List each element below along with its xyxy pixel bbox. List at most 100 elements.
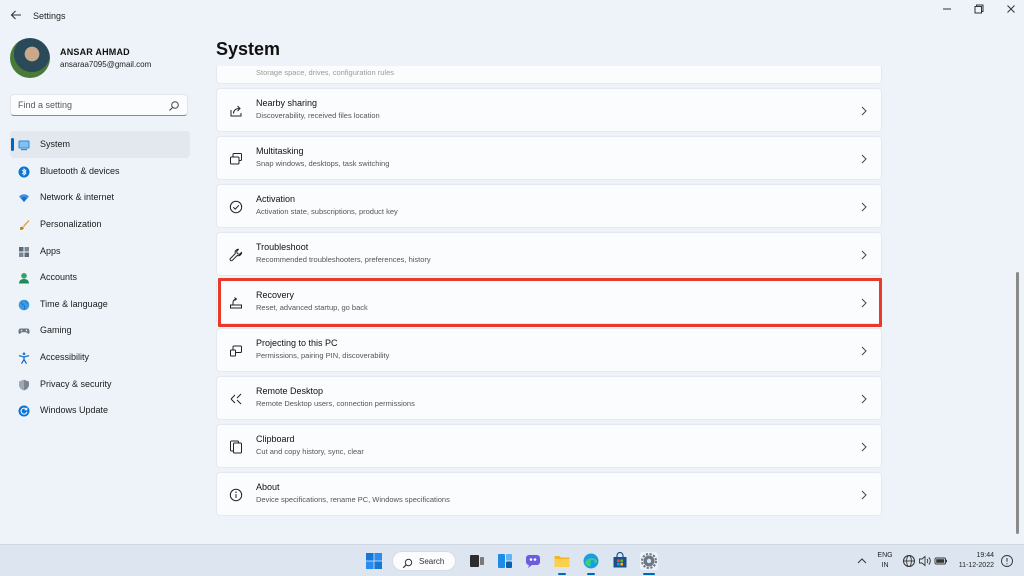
sidebar-item-label: Personalization xyxy=(40,219,102,230)
card-title: Projecting to this PC xyxy=(256,338,338,348)
search-icon[interactable] xyxy=(168,99,180,111)
settings-card-remote-desktop[interactable]: Remote Desktop Remote Desktop users, con… xyxy=(216,376,882,420)
card-title: Remote Desktop xyxy=(256,386,324,396)
taskbar-search-label: Search xyxy=(419,557,445,566)
info-icon xyxy=(229,488,243,502)
taskbar: Search ENG IN 19:44 11-12-2022 xyxy=(0,544,1024,576)
search-input[interactable] xyxy=(18,98,168,112)
card-subtitle: Device specifications, rename PC, Window… xyxy=(256,495,450,504)
card-title: Multitasking xyxy=(256,146,304,156)
share-icon xyxy=(229,104,243,118)
card-subtitle: Discoverability, received files location xyxy=(256,111,380,120)
scrollbar-thumb[interactable] xyxy=(1016,272,1019,534)
sidebar-item-label: Accessibility xyxy=(40,352,90,363)
clock[interactable]: 19:44 11-12-2022 xyxy=(950,551,994,571)
sidebar-item-privacy-security[interactable]: Privacy & security xyxy=(10,370,190,397)
sidebar-item-label: Bluetooth & devices xyxy=(40,165,120,176)
card-subtitle: Storage space, drives, configuration rul… xyxy=(256,68,394,77)
edge-browser-icon[interactable] xyxy=(582,552,600,570)
chevron-right-icon xyxy=(859,392,869,406)
settings-card-clipboard[interactable]: Clipboard Cut and copy history, sync, cl… xyxy=(216,424,882,468)
widgets-icon[interactable] xyxy=(496,552,514,570)
search-box[interactable] xyxy=(10,94,188,116)
sidebar-nav: System Bluetooth & devices Network & int… xyxy=(10,131,190,424)
chevron-up-icon[interactable] xyxy=(855,552,873,570)
sidebar-item-windows-update[interactable]: Windows Update xyxy=(10,397,190,424)
windows-start-icon[interactable] xyxy=(365,552,383,570)
card-title: Recovery xyxy=(256,290,295,300)
language-code: ENG xyxy=(877,552,893,559)
settings-card-multitasking[interactable]: Multitasking Snap windows, desktops, tas… xyxy=(216,136,882,180)
settings-card-storage[interactable]: Storage space, drives, configuration rul… xyxy=(216,66,882,84)
sidebar-item-label: Time & language xyxy=(40,298,108,309)
sidebar-item-personalization[interactable]: Personalization xyxy=(10,211,190,238)
sidebar-item-label: Privacy & security xyxy=(40,378,112,389)
update-icon xyxy=(18,404,30,417)
chevron-right-icon xyxy=(859,488,869,502)
settings-gear-icon[interactable] xyxy=(640,552,658,570)
recovery-icon xyxy=(229,296,243,310)
card-subtitle: Permissions, pairing PIN, discoverabilit… xyxy=(256,351,390,360)
sidebar-item-accounts[interactable]: Accounts xyxy=(10,264,190,291)
app-title: Settings xyxy=(33,11,66,21)
file-explorer-icon[interactable] xyxy=(553,552,571,570)
chevron-right-icon xyxy=(859,152,869,166)
search-icon xyxy=(402,556,413,569)
chevron-right-icon xyxy=(859,344,869,358)
remote-desktop-icon xyxy=(229,392,243,406)
sidebar-item-label: Gaming xyxy=(40,325,72,336)
sidebar-item-label: Accounts xyxy=(40,272,78,283)
brush-icon xyxy=(18,218,30,231)
chat-icon[interactable] xyxy=(524,552,542,570)
sidebar-item-label: System xyxy=(40,139,71,150)
sidebar-item-apps[interactable]: Apps xyxy=(10,237,190,264)
settings-card-projecting[interactable]: Projecting to this PC Permissions, pairi… xyxy=(216,328,882,372)
close-button[interactable] xyxy=(994,4,1024,18)
chevron-right-icon xyxy=(859,200,869,214)
region-code: IN xyxy=(881,562,889,569)
settings-card-nearby-sharing[interactable]: Nearby sharing Discoverability, received… xyxy=(216,88,882,132)
maximize-button[interactable] xyxy=(962,4,996,18)
multitasking-icon xyxy=(229,152,243,166)
card-subtitle: Cut and copy history, sync, clear xyxy=(256,447,364,456)
running-indicator xyxy=(587,573,595,575)
task-view-icon[interactable] xyxy=(468,552,486,570)
sidebar-item-bluetooth[interactable]: Bluetooth & devices xyxy=(10,158,190,185)
chevron-right-icon xyxy=(859,248,869,262)
minimize-button[interactable] xyxy=(930,4,964,18)
chevron-right-icon xyxy=(859,296,869,310)
card-title: Nearby sharing xyxy=(256,98,318,108)
clipboard-icon xyxy=(229,440,243,454)
shield-icon xyxy=(18,378,30,391)
accessibility-icon xyxy=(18,351,30,364)
taskbar-search-button[interactable]: Search xyxy=(392,551,456,571)
card-title: Clipboard xyxy=(256,434,295,444)
wifi-icon xyxy=(18,191,30,203)
sidebar-item-network[interactable]: Network & internet xyxy=(10,184,190,211)
running-indicator xyxy=(558,573,566,575)
check-circle-icon xyxy=(229,200,243,214)
notification-icon[interactable] xyxy=(1000,554,1018,572)
globe-icon xyxy=(18,298,30,311)
avatar[interactable] xyxy=(10,38,50,78)
settings-list: Storage space, drives, configuration rul… xyxy=(216,66,882,544)
input-language-indicator[interactable]: ENG IN xyxy=(876,551,894,571)
sidebar-item-gaming[interactable]: Gaming xyxy=(10,317,190,344)
settings-card-activation[interactable]: Activation Activation state, subscriptio… xyxy=(216,184,882,228)
card-title: Troubleshoot xyxy=(256,242,309,252)
card-title: Activation xyxy=(256,194,296,204)
back-arrow-icon[interactable] xyxy=(8,9,24,25)
sidebar-item-accessibility[interactable]: Accessibility xyxy=(10,344,190,371)
card-subtitle: Activation state, subscriptions, product… xyxy=(256,207,398,216)
settings-card-recovery[interactable]: Recovery Reset, advanced startup, go bac… xyxy=(216,280,882,324)
microsoft-store-icon[interactable] xyxy=(611,551,629,570)
sidebar-item-time-language[interactable]: Time & language xyxy=(10,291,190,318)
settings-card-about[interactable]: About Device specifications, rename PC, … xyxy=(216,472,882,516)
sidebar-item-label: Apps xyxy=(40,245,61,256)
user-email: ansaraa7095@gmail.com xyxy=(60,60,152,69)
system-icon xyxy=(18,138,30,151)
projecting-icon xyxy=(229,344,243,358)
sidebar-item-system[interactable]: System xyxy=(10,131,190,158)
settings-card-troubleshoot[interactable]: Troubleshoot Recommended troubleshooters… xyxy=(216,232,882,276)
wrench-icon xyxy=(229,248,243,262)
